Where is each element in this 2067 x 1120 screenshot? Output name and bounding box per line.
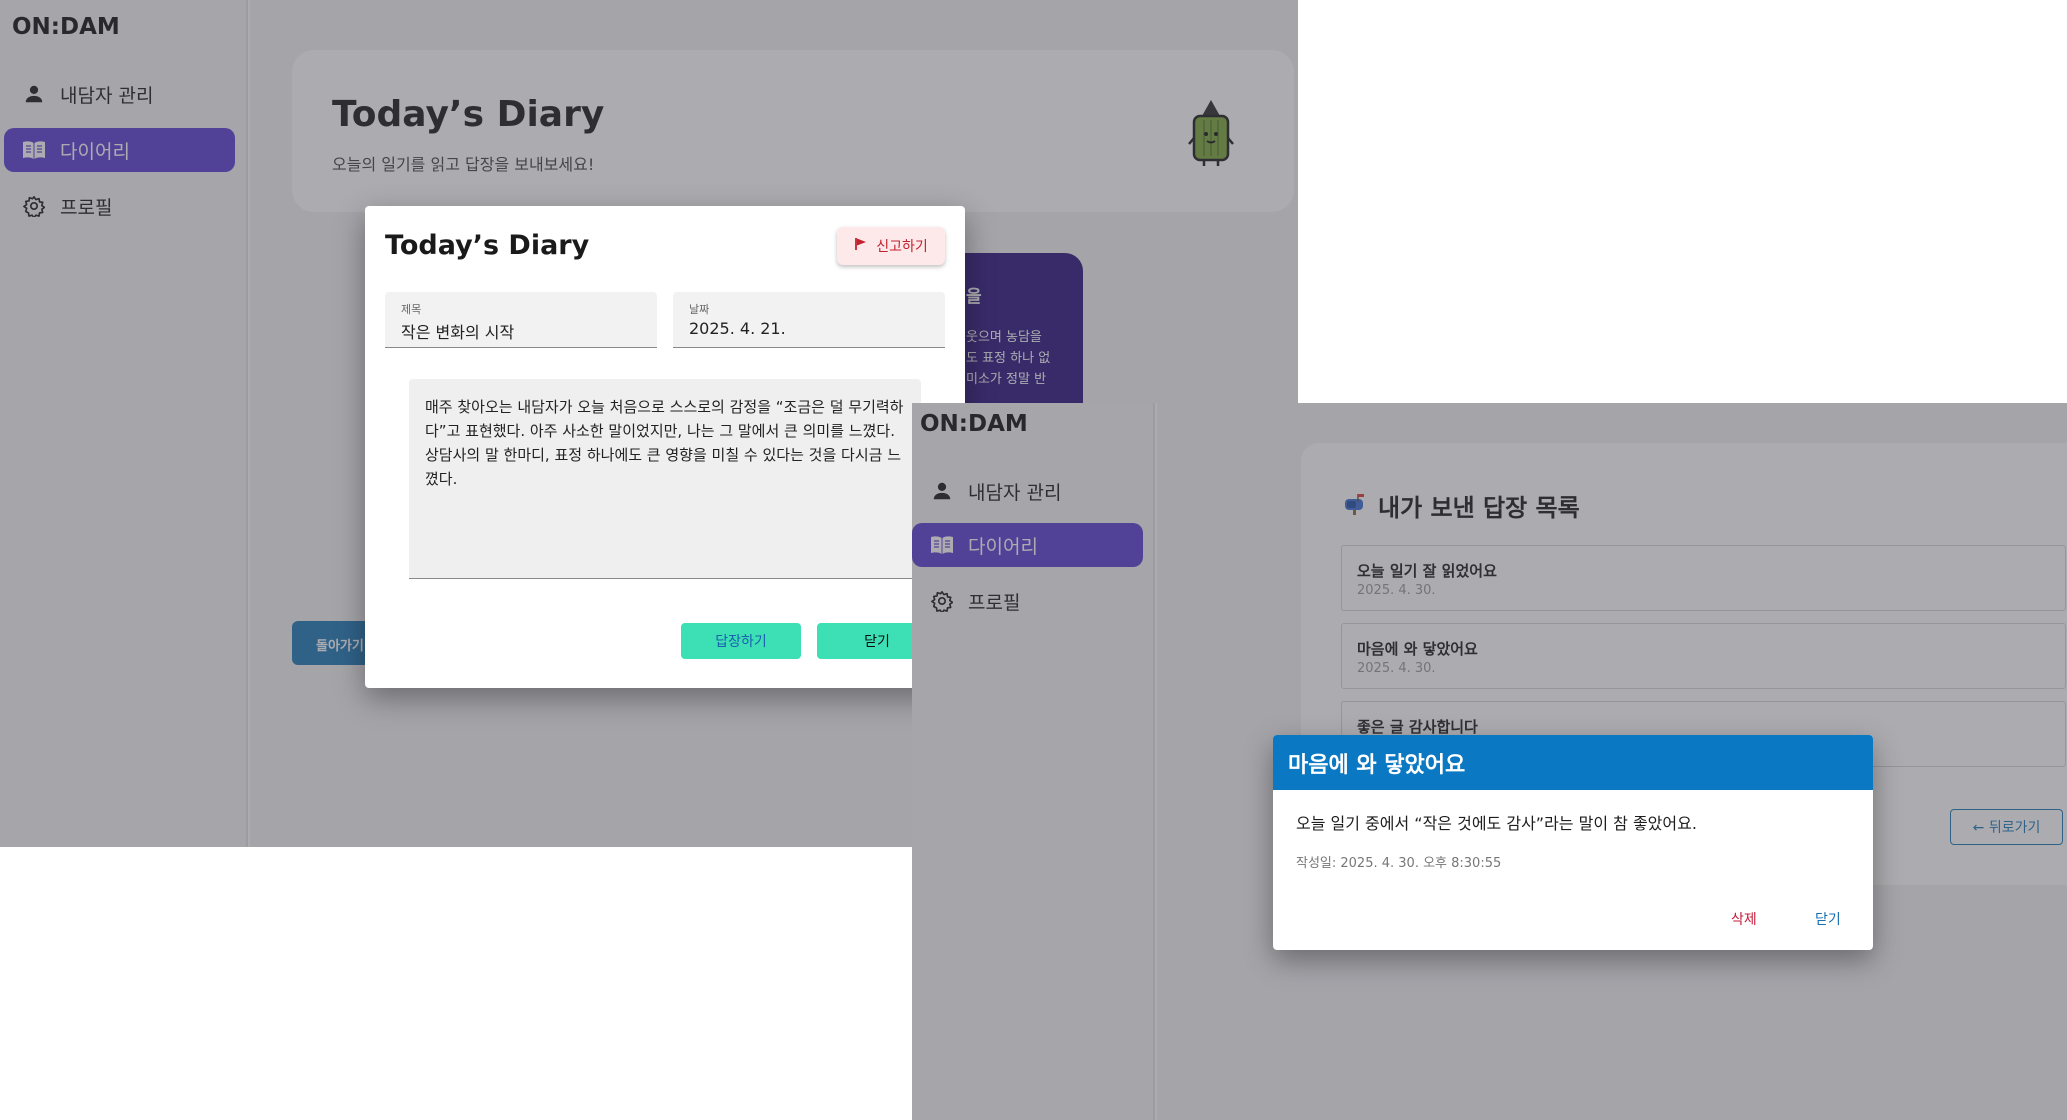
flag-icon bbox=[854, 237, 868, 255]
date-field[interactable]: 날짜 2025. 4. 21. bbox=[673, 292, 945, 348]
delete-button[interactable]: 삭제 bbox=[1731, 909, 1757, 929]
modal-title: Today’s Diary bbox=[385, 230, 590, 261]
title-field[interactable]: 제목 작은 변화의 시작 bbox=[385, 292, 657, 348]
title-field-value: 작은 변화의 시작 bbox=[401, 323, 515, 342]
reply-body: 오늘 일기 중에서 “작은 것에도 감사”라는 말이 참 좋았어요. bbox=[1296, 814, 1697, 833]
report-button[interactable]: 신고하기 bbox=[837, 227, 945, 265]
modal-title: 마음에 와 닿았어요 bbox=[1288, 753, 1466, 778]
close-button[interactable]: 닫기 bbox=[1815, 909, 1841, 929]
screenshot-root: ON:DAM 내담자 관리 다이어리 프로필 Today’s Diary 오늘의… bbox=[0, 0, 2067, 1120]
reply-detail-modal: 마음에 와 닿았어요 오늘 일기 중에서 “작은 것에도 감사”라는 말이 참 … bbox=[1273, 735, 1873, 950]
reply-button[interactable]: 답장하기 bbox=[681, 623, 801, 659]
diary-content[interactable]: 매주 찾아오는 내담자가 오늘 처음으로 스스로의 감정을 “조금은 덜 무기력… bbox=[409, 379, 921, 579]
replies-page: ON:DAM 내담자 관리 다이어리 프로필 내가 보낸 답장 목록 오늘 일기… bbox=[912, 403, 2067, 1120]
date-field-label: 날짜 bbox=[689, 303, 710, 316]
report-label: 신고하기 bbox=[876, 239, 928, 255]
diary-modal: Today’s Diary 신고하기 제목 작은 변화의 시작 날짜 2025.… bbox=[365, 206, 965, 688]
date-field-value: 2025. 4. 21. bbox=[689, 319, 786, 338]
title-field-label: 제목 bbox=[401, 303, 422, 316]
reply-created-date: 작성일: 2025. 4. 30. 오후 8:30:55 bbox=[1296, 856, 1502, 871]
